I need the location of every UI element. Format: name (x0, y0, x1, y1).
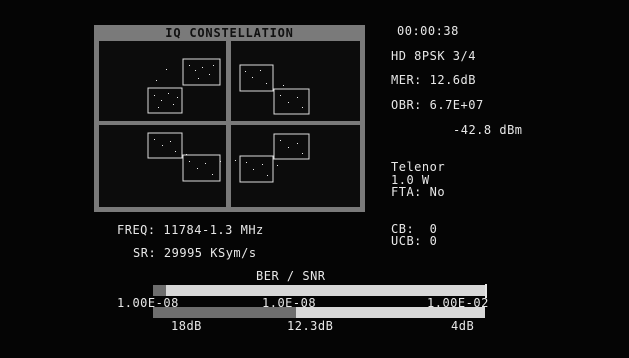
fta-status: FTA: No (391, 185, 446, 199)
constellation-quadrant-bottom-right (231, 125, 360, 207)
snr-scale-left: 18dB (171, 319, 202, 333)
symbol-cluster (182, 58, 221, 86)
panel-title: IQ CONSTELLATION (165, 26, 294, 40)
provider-name: Telenor (391, 160, 446, 174)
snr-scale-mid: 12.3dB (287, 319, 334, 333)
ber-bar (153, 285, 485, 296)
meter-title: BER / SNR (256, 269, 326, 283)
ber-bar-fill (153, 285, 166, 296)
constellation-plot-top-left (147, 58, 221, 114)
constellation-plot-top-right (239, 64, 310, 115)
symbol-cluster (273, 88, 310, 115)
symbol-points (235, 140, 303, 176)
snr-bar-fill (153, 307, 296, 318)
symbol-rate-readout: SR: 29995 KSym/s (133, 246, 257, 260)
frequency-readout: FREQ: 11784-1.3 MHz (117, 223, 264, 237)
snr-scale-right: 4dB (451, 319, 475, 333)
modulation-mode: HD 8PSK 3/4 (391, 49, 476, 63)
symbol-points (154, 139, 221, 175)
mer-readout: MER: 12.6dB (391, 73, 476, 87)
constellation-plot-bottom-right (235, 133, 310, 183)
constellation-quadrant-bottom-left (99, 125, 226, 207)
snr-bar (153, 307, 485, 318)
symbol-points (154, 65, 214, 108)
signal-level-readout: -42.8 dBm (453, 123, 523, 137)
analyzer-screen: IQ CONSTELLATION 00:00:38 HD 8PSK 3/4 ME… (0, 0, 629, 358)
elapsed-time: 00:00:38 (397, 24, 459, 38)
symbol-cluster (239, 155, 274, 183)
iq-constellation-panel: IQ CONSTELLATION (94, 25, 365, 212)
symbol-cluster (273, 133, 310, 160)
ucb-count: UCB: 0 (391, 234, 438, 248)
symbol-cluster (239, 64, 274, 92)
symbol-cluster (147, 132, 183, 159)
symbol-cluster (147, 87, 183, 114)
constellation-quadrant-top-right (231, 41, 360, 121)
constellation-quadrant-top-left (99, 41, 226, 121)
obr-readout: OBR: 6.7E+07 (391, 98, 484, 112)
constellation-plot-bottom-left (147, 132, 221, 182)
symbol-cluster (182, 154, 221, 182)
